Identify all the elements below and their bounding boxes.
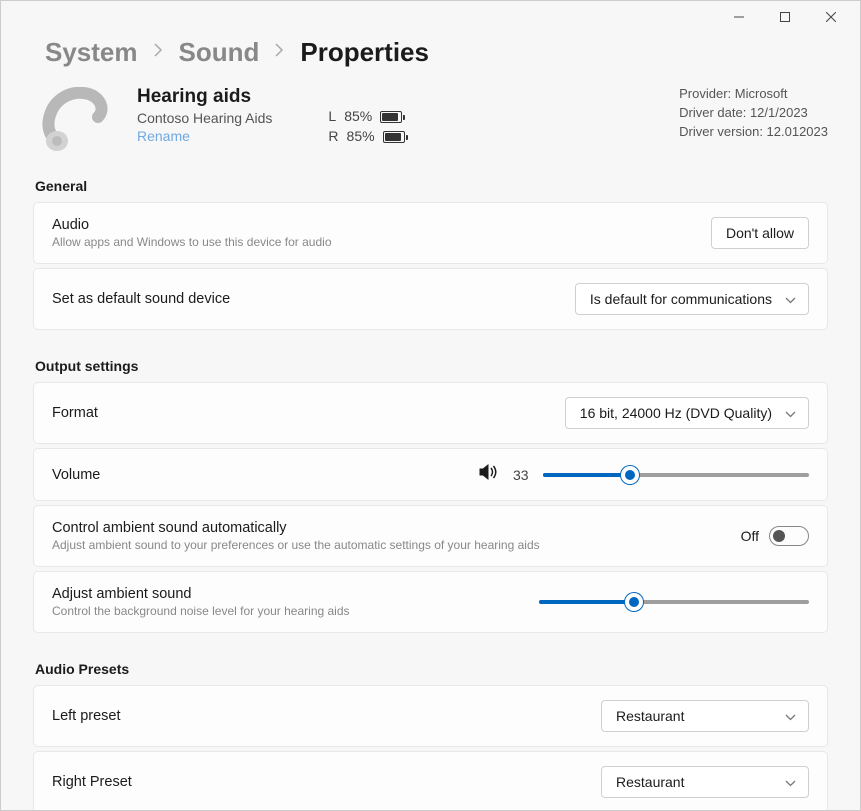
battery-status: L 85% R 85%	[328, 108, 404, 144]
chevron-down-icon	[785, 405, 796, 421]
driver-info: Provider: Microsoft Driver date: 12/1/20…	[679, 86, 828, 139]
chevron-right-icon	[154, 43, 163, 62]
toggle-knob	[773, 530, 785, 542]
chevron-down-icon	[785, 291, 796, 307]
ambient-auto-title: Control ambient sound automatically	[52, 520, 741, 536]
default-device-card: Set as default sound device Is default f…	[33, 268, 828, 330]
right-preset-value: Restaurant	[616, 774, 684, 790]
driver-version-text: Driver version: 12.012023	[679, 124, 828, 139]
section-presets: Audio Presets	[35, 661, 828, 677]
close-button[interactable]	[808, 1, 854, 33]
audio-desc: Allow apps and Windows to use this devic…	[52, 235, 711, 249]
dont-allow-button[interactable]: Don't allow	[711, 217, 809, 249]
provider-text: Provider: Microsoft	[679, 86, 828, 101]
format-select[interactable]: 16 bit, 24000 Hz (DVD Quality)	[565, 397, 809, 429]
speaker-icon[interactable]	[479, 463, 499, 486]
left-preset-select[interactable]: Restaurant	[601, 700, 809, 732]
device-name: Hearing aids	[137, 86, 272, 108]
slider-thumb[interactable]	[621, 466, 639, 484]
ambient-adjust-title: Adjust ambient sound	[52, 586, 350, 602]
left-preset-value: Restaurant	[616, 708, 684, 724]
ambient-adjust-card: Adjust ambient sound Control the backgro…	[33, 571, 828, 633]
ambient-adjust-desc: Control the background noise level for y…	[52, 604, 350, 618]
breadcrumb-properties: Properties	[300, 37, 429, 68]
device-header: Hearing aids Contoso Hearing Aids Rename…	[37, 86, 828, 156]
minimize-button[interactable]	[716, 1, 762, 33]
chevron-down-icon	[785, 774, 796, 790]
volume-card: Volume 33	[33, 448, 828, 501]
driver-date-text: Driver date: 12/1/2023	[679, 105, 828, 120]
default-device-title: Set as default sound device	[52, 291, 575, 307]
volume-label: Volume	[52, 467, 100, 483]
ambient-toggle[interactable]	[769, 526, 809, 546]
section-output: Output settings	[35, 358, 828, 374]
breadcrumb: System Sound Properties	[45, 37, 828, 68]
battery-right-label: R	[328, 128, 338, 144]
chevron-down-icon	[785, 708, 796, 724]
left-preset-card: Left preset Restaurant	[33, 685, 828, 747]
volume-slider[interactable]	[543, 473, 809, 477]
settings-window: System Sound Properties Hearing aids Con…	[0, 0, 861, 811]
ambient-auto-desc: Adjust ambient sound to your preferences…	[52, 538, 741, 552]
battery-right-pct: 85%	[347, 128, 375, 144]
hearing-aid-icon	[37, 86, 117, 156]
ambient-auto-card: Control ambient sound automatically Adju…	[33, 505, 828, 567]
rename-link[interactable]: Rename	[137, 128, 272, 144]
breadcrumb-system[interactable]: System	[45, 37, 138, 68]
breadcrumb-sound[interactable]: Sound	[179, 37, 260, 68]
battery-icon	[383, 128, 405, 144]
right-preset-select[interactable]: Restaurant	[601, 766, 809, 798]
battery-left-label: L	[328, 108, 336, 124]
audio-card: Audio Allow apps and Windows to use this…	[33, 202, 828, 264]
device-vendor: Contoso Hearing Aids	[137, 110, 272, 126]
audio-title: Audio	[52, 217, 711, 233]
format-card: Format 16 bit, 24000 Hz (DVD Quality)	[33, 382, 828, 444]
content-area: System Sound Properties Hearing aids Con…	[1, 33, 860, 810]
left-preset-label: Left preset	[52, 708, 601, 724]
format-value: 16 bit, 24000 Hz (DVD Quality)	[580, 405, 772, 421]
titlebar	[1, 1, 860, 33]
section-general: General	[35, 178, 828, 194]
default-device-value: Is default for communications	[590, 291, 772, 307]
format-label: Format	[52, 405, 565, 421]
default-device-select[interactable]: Is default for communications	[575, 283, 809, 315]
right-preset-label: Right Preset	[52, 774, 601, 790]
ambient-slider[interactable]	[539, 600, 809, 604]
chevron-right-icon	[275, 43, 284, 62]
volume-value: 33	[513, 467, 529, 483]
device-name-block: Hearing aids Contoso Hearing Aids Rename	[137, 86, 272, 144]
battery-left-pct: 85%	[344, 108, 372, 124]
battery-icon	[380, 108, 402, 124]
right-preset-card: Right Preset Restaurant	[33, 751, 828, 810]
ambient-toggle-state: Off	[741, 528, 759, 544]
maximize-button[interactable]	[762, 1, 808, 33]
slider-thumb[interactable]	[625, 593, 643, 611]
